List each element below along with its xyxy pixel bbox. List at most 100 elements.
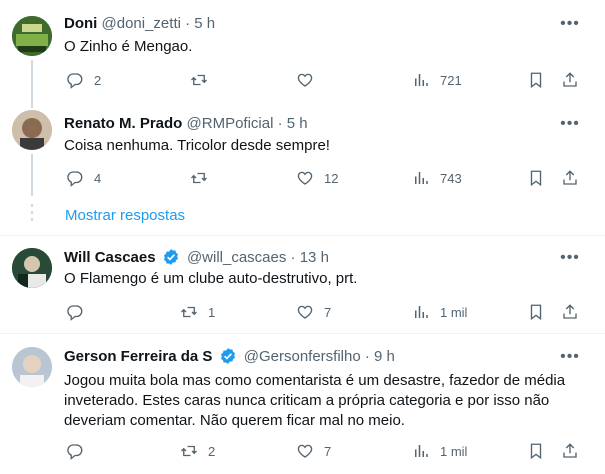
timestamp[interactable]: 9 h	[374, 348, 395, 365]
analytics-icon	[415, 74, 428, 86]
bookmark-button[interactable]	[527, 168, 545, 188]
display-name[interactable]: Doni	[64, 15, 97, 32]
handle[interactable]: @doni_zetti	[102, 15, 181, 32]
views-count: 743	[440, 170, 462, 186]
more-options-icon[interactable]: •••	[557, 14, 583, 34]
avatar[interactable]	[12, 16, 52, 56]
heart-icon	[297, 73, 313, 87]
avatar[interactable]	[12, 347, 52, 387]
display-name[interactable]: Renato M. Prado	[64, 115, 182, 132]
reply-count: 4	[94, 170, 102, 186]
like-button[interactable]: 7	[296, 441, 331, 461]
reply-icon	[67, 444, 83, 460]
tweet-actions: 2 721	[0, 70, 605, 90]
retweet-button[interactable]	[190, 70, 218, 90]
retweet-button[interactable]: 2	[180, 441, 215, 461]
bookmark-button[interactable]	[527, 70, 545, 90]
share-button[interactable]	[561, 302, 579, 322]
separator: ·	[185, 15, 191, 32]
handle[interactable]: @will_cascaes	[187, 249, 286, 266]
more-options-icon[interactable]: •••	[557, 347, 583, 367]
analytics-icon	[415, 172, 428, 184]
retweet-icon	[181, 445, 197, 457]
avatar[interactable]	[12, 248, 52, 288]
timestamp[interactable]: 5 h	[287, 115, 308, 132]
tweet-text: O Flamengo é um clube auto-destrutivo, p…	[64, 270, 358, 287]
like-button[interactable]: 12	[296, 168, 338, 188]
like-count: 7	[324, 443, 332, 459]
retweet-count: 1	[208, 304, 216, 320]
like-count: 7	[324, 304, 332, 320]
verified-badge-icon[interactable]	[219, 347, 237, 365]
views-button[interactable]: 743	[412, 168, 462, 188]
display-name[interactable]: Gerson Ferreira da S	[64, 348, 212, 365]
heart-icon	[297, 444, 313, 458]
tweet[interactable]: Doni @doni_zetti · 5 h ••• O Zinho é Men…	[0, 0, 605, 98]
bookmark-button[interactable]	[527, 441, 545, 461]
like-count: 12	[324, 170, 339, 186]
bookmark-icon	[530, 443, 542, 460]
views-count: 1 mil	[440, 443, 468, 459]
views-count: 1 mil	[440, 304, 468, 320]
like-button[interactable]: 7	[296, 302, 331, 322]
handle[interactable]: @Gersonfersfilho	[244, 348, 361, 365]
tweet-header: Will Cascaes @will_cascaes · 13 h	[64, 248, 329, 268]
reply-icon	[67, 73, 83, 89]
tweet-text: Coisa nenhuma. Tricolor desde sempre!	[64, 137, 330, 154]
retweet-icon	[181, 306, 197, 318]
thread-dot	[31, 218, 33, 221]
views-button[interactable]: 1 mil	[412, 302, 467, 322]
timestamp[interactable]: 13 h	[300, 249, 329, 266]
bookmark-icon	[530, 170, 542, 187]
bookmark-button[interactable]	[527, 302, 545, 322]
retweet-icon	[191, 74, 207, 86]
tweet[interactable]: Gerson Ferreira da S @Gersonfersfilho · …	[0, 334, 605, 474]
display-name[interactable]: Will Cascaes	[64, 249, 156, 266]
reply-icon	[67, 305, 83, 321]
views-count: 721	[440, 72, 462, 88]
thread-line	[31, 154, 33, 196]
reply-count: 2	[94, 72, 102, 88]
retweet-button[interactable]	[190, 168, 218, 188]
verified-badge-icon[interactable]	[162, 248, 180, 266]
analytics-icon	[415, 445, 428, 457]
separator: ·	[290, 249, 296, 266]
tweet-text: O Zinho é Mengao.	[64, 38, 193, 55]
more-options-icon[interactable]: •••	[557, 248, 583, 268]
thread-dot	[31, 204, 33, 207]
tweet-actions: 1 7 1 mil	[0, 302, 605, 322]
views-button[interactable]: 721	[412, 70, 462, 90]
tweet[interactable]: Renato M. Prado @RMPoficial · 5 h ••• Co…	[0, 98, 605, 198]
tweet-actions: 2 7 1 mil	[0, 441, 605, 461]
heart-icon	[297, 171, 313, 185]
share-button[interactable]	[561, 70, 579, 90]
heart-icon	[297, 305, 313, 319]
bookmark-icon	[530, 304, 542, 321]
reply-button[interactable]: 4	[66, 168, 101, 188]
share-button[interactable]	[561, 168, 579, 188]
views-button[interactable]: 1 mil	[412, 441, 467, 461]
tweet[interactable]: Will Cascaes @will_cascaes · 13 h ••• O …	[0, 236, 605, 333]
analytics-icon	[415, 306, 428, 318]
reply-button[interactable]	[66, 302, 94, 322]
share-icon	[563, 304, 577, 319]
share-icon	[563, 443, 577, 458]
like-button[interactable]	[296, 70, 324, 90]
share-button[interactable]	[561, 441, 579, 461]
separator: ·	[364, 348, 370, 365]
timestamp[interactable]: 5 h	[194, 15, 215, 32]
retweet-count: 2	[208, 443, 216, 459]
handle[interactable]: @RMPoficial	[187, 115, 274, 132]
show-replies-link[interactable]: Mostrar respostas	[65, 206, 185, 226]
reply-button[interactable]	[66, 441, 94, 461]
reply-button[interactable]: 2	[66, 70, 101, 90]
tweet-header: Doni @doni_zetti · 5 h	[64, 14, 215, 34]
avatar[interactable]	[12, 110, 52, 150]
reply-icon	[67, 171, 83, 187]
more-options-icon[interactable]: •••	[557, 114, 583, 134]
bookmark-icon	[530, 72, 542, 89]
tweet-actions: 4 12 743	[0, 168, 605, 188]
tweet-header: Gerson Ferreira da S @Gersonfersfilho · …	[64, 347, 395, 367]
thread-dot	[31, 211, 33, 214]
retweet-button[interactable]: 1	[180, 302, 215, 322]
